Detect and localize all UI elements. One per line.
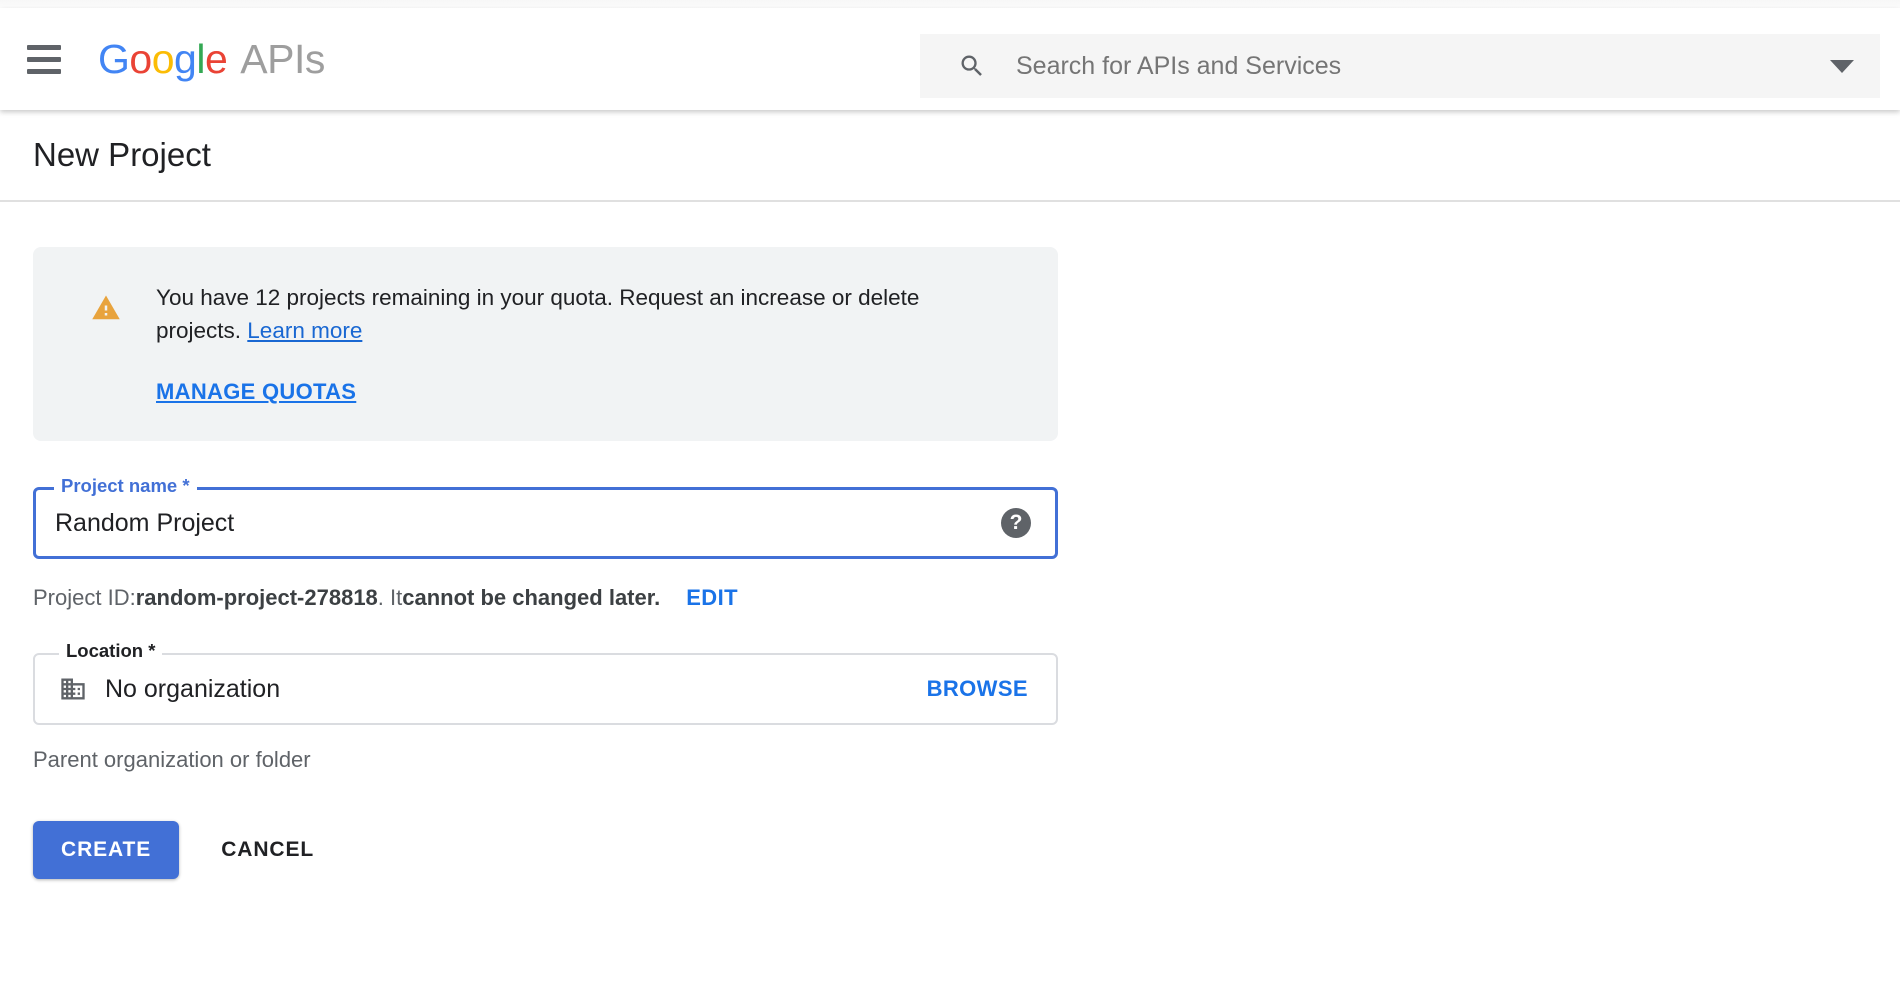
project-id-emphasis: cannot be changed later. xyxy=(402,585,661,611)
project-id-middle: . It xyxy=(377,585,403,611)
location-hint: Parent organization or folder xyxy=(33,747,311,773)
hamburger-menu-icon[interactable] xyxy=(16,31,72,87)
logo-letter-o2: o xyxy=(151,35,175,82)
search-dropdown-button[interactable] xyxy=(1816,34,1868,98)
project-name-label: Project name * xyxy=(54,477,197,496)
create-button[interactable]: CREATE xyxy=(33,821,180,880)
manage-quotas-link[interactable]: MANAGE QUOTAS xyxy=(156,379,356,405)
page-content: You have 12 projects remaining in your q… xyxy=(0,202,1900,880)
project-name-field[interactable]: Project name * ? xyxy=(33,477,1058,560)
location-label: Location * xyxy=(59,642,163,661)
quota-notice-body: You have 12 projects remaining in your q… xyxy=(156,281,1028,405)
learn-more-link[interactable]: Learn more xyxy=(247,318,362,343)
logo-suffix-apis: APIs xyxy=(240,35,325,82)
logo-letter-e: e xyxy=(204,35,228,82)
app-header: Google APIs xyxy=(0,8,1900,110)
location-value: No organization xyxy=(105,674,281,703)
project-name-input[interactable] xyxy=(55,503,1001,544)
chevron-down-icon xyxy=(1830,59,1854,73)
project-id-value: random-project-278818 xyxy=(135,585,378,611)
hamburger-bar xyxy=(27,56,61,62)
window-top-strip xyxy=(0,0,1900,8)
quota-notice-panel: You have 12 projects remaining in your q… xyxy=(33,247,1058,442)
logo-letter-g: G xyxy=(98,35,130,82)
search-input[interactable] xyxy=(1016,46,1816,86)
logo-letter-o1: o xyxy=(129,35,152,82)
logo-letter-g2: g xyxy=(174,35,197,82)
search-icon xyxy=(961,55,982,76)
location-field[interactable]: Location * No organization BROWSE xyxy=(33,642,1058,726)
browse-location-button[interactable]: BROWSE xyxy=(927,676,1028,702)
search-bar[interactable] xyxy=(920,34,1880,98)
google-apis-logo[interactable]: Google APIs xyxy=(98,35,325,82)
help-circle-icon[interactable]: ? xyxy=(1001,508,1031,539)
project-id-hint: Project ID: random-project-278818. It ca… xyxy=(33,585,1900,611)
hamburger-bar xyxy=(27,68,61,74)
page-title-bar: New Project xyxy=(0,110,1900,202)
page-title: New Project xyxy=(33,136,211,173)
organization-building-icon xyxy=(61,678,85,700)
warning-triangle-icon xyxy=(92,295,120,320)
cancel-button[interactable]: CANCEL xyxy=(199,821,336,879)
quota-notice-text: You have 12 projects remaining in your q… xyxy=(156,281,961,347)
project-id-prefix: Project ID: xyxy=(33,585,136,611)
hamburger-bar xyxy=(27,44,61,50)
edit-project-id-link[interactable]: EDIT xyxy=(686,585,738,611)
logo-letter-l: l xyxy=(196,35,205,82)
form-actions: CREATE CANCEL xyxy=(33,821,1900,880)
